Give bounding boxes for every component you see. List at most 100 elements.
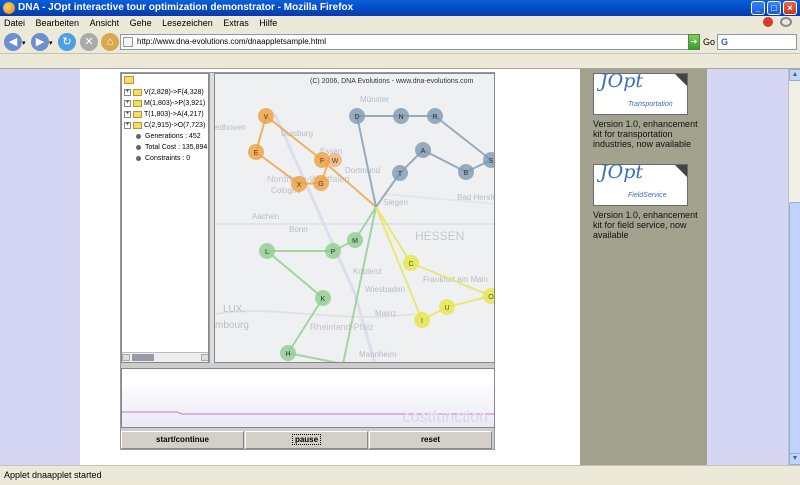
map-node[interactable]: W	[328, 153, 342, 167]
back-icon[interactable]: ◀	[4, 33, 22, 51]
search-input[interactable]: G	[717, 34, 797, 50]
map-place-label: Mainz	[375, 309, 396, 318]
home-icon[interactable]: ⌂	[101, 33, 119, 51]
map-node[interactable]: E	[248, 144, 264, 160]
maximize-button[interactable]: □	[767, 1, 781, 15]
map-node[interactable]: A	[415, 142, 431, 158]
tree-route-row[interactable]: + V(2,828)->F(4,328)	[124, 88, 204, 98]
map-node[interactable]: I	[414, 312, 430, 328]
map-node[interactable]: F	[314, 152, 330, 168]
promo-text: Version 1.0, enhancement kit for transpo…	[593, 119, 698, 149]
scroll-up-icon[interactable]: ▲	[789, 69, 800, 81]
jopt-fieldservice-logo[interactable]: JOpt FieldService	[593, 163, 688, 206]
promo-sidebar: JOpt Transportation Version 1.0, enhance…	[580, 69, 707, 465]
map-node[interactable]: P	[325, 243, 341, 259]
map-canvas: Münster Duisburg Essen Dortmund Nordrhei…	[215, 78, 495, 362]
route-map[interactable]: Münster Duisburg Essen Dortmund Nordrhei…	[214, 73, 495, 363]
scroll-thumb[interactable]	[132, 354, 154, 361]
tree-route-row[interactable]: + T(1,803)->A(4,217)	[124, 110, 204, 120]
forward-dropdown-icon[interactable]: ▾	[49, 39, 53, 47]
bullet-icon	[136, 155, 141, 161]
stop-icon[interactable]: ✕	[80, 33, 98, 51]
map-node[interactable]: N	[393, 108, 409, 124]
svg-text:M: M	[352, 238, 358, 245]
jopt-transportation-logo[interactable]: JOpt Transportation	[593, 72, 688, 115]
go-button[interactable]: ➔	[688, 34, 700, 50]
map-place-label: Rheinland-Pfalz	[310, 322, 374, 332]
map-node[interactable]: T	[392, 165, 408, 181]
map-place-label: Bad Hersfeld	[457, 193, 495, 202]
forward-icon[interactable]: ▶	[31, 33, 49, 51]
svg-text:W: W	[332, 158, 339, 165]
map-node[interactable]: O	[483, 288, 495, 304]
stop-red-icon[interactable]	[763, 17, 774, 27]
map-place-label: mbourg	[215, 320, 249, 331]
scroll-down-icon[interactable]: ▼	[789, 453, 800, 465]
svg-text:V: V	[264, 114, 269, 121]
svg-text:P: P	[331, 249, 336, 256]
go-label[interactable]: Go	[703, 37, 715, 47]
menu-ansicht[interactable]: Ansicht	[86, 16, 124, 30]
total-cost-label: Total Cost : 135,894	[145, 144, 208, 151]
map-node[interactable]: V	[258, 108, 274, 124]
tree-route-row[interactable]: + M(1,803)->P(3,921)	[124, 99, 205, 109]
bullet-icon	[136, 133, 141, 139]
map-node[interactable]: B	[458, 164, 474, 180]
tree-horizontal-scrollbar[interactable]	[122, 352, 208, 362]
expand-icon[interactable]: +	[124, 99, 131, 107]
promo-fieldservice[interactable]: JOpt FieldService Version 1.0, enhanceme…	[593, 163, 703, 240]
reset-button[interactable]: reset	[369, 431, 492, 449]
minimize-button[interactable]: _	[751, 1, 765, 15]
logo-subtext: FieldService	[628, 192, 667, 199]
logo-corner	[675, 74, 687, 86]
start-continue-button[interactable]: start/continue	[121, 431, 244, 449]
svg-text:C: C	[408, 261, 413, 268]
svg-text:E: E	[254, 150, 259, 157]
map-node[interactable]: M	[347, 232, 363, 248]
map-node[interactable]: R	[427, 108, 443, 124]
back-dropdown-icon[interactable]: ▾	[22, 39, 26, 47]
svg-text:I: I	[421, 318, 423, 325]
menu-lesezeichen[interactable]: Lesezeichen	[158, 16, 217, 30]
map-node[interactable]: H	[280, 345, 296, 361]
svg-text:B: B	[464, 170, 469, 177]
pause-button[interactable]: pause	[245, 431, 368, 449]
page-vertical-scrollbar[interactable]: ▲ ▼	[788, 69, 800, 465]
map-node[interactable]: D	[349, 108, 365, 124]
svg-text:A: A	[421, 148, 426, 155]
menu-extras[interactable]: Extras	[219, 16, 253, 30]
menu-hilfe[interactable]: Hilfe	[255, 16, 281, 30]
svg-text:S: S	[489, 158, 494, 165]
map-node[interactable]: C	[403, 255, 419, 271]
map-node[interactable]: X	[291, 176, 307, 192]
menu-datei[interactable]: Datei	[0, 16, 29, 30]
map-node[interactable]: G	[313, 175, 329, 191]
close-button[interactable]: ×	[783, 1, 797, 15]
address-url: http://www.dna-evolutions.com/dnaapplets…	[137, 37, 326, 46]
status-bar: Applet dnaapplet started	[0, 465, 800, 484]
scroll-right-icon[interactable]	[201, 354, 208, 361]
map-node[interactable]: U	[439, 299, 455, 315]
menu-gehe[interactable]: Gehe	[126, 16, 156, 30]
scroll-left-icon[interactable]	[122, 354, 130, 361]
svg-text:F: F	[320, 158, 324, 165]
svg-text:O: O	[488, 294, 494, 301]
reload-icon[interactable]: ↻	[58, 33, 76, 51]
expand-icon[interactable]: +	[124, 110, 131, 118]
map-node[interactable]: L	[259, 243, 275, 259]
map-node[interactable]: K	[315, 290, 331, 306]
menu-bearbeiten[interactable]: Bearbeiten	[32, 16, 84, 30]
promo-transportation[interactable]: JOpt Transportation Version 1.0, enhance…	[593, 72, 703, 149]
map-place-label: HESSEN	[415, 229, 464, 243]
expand-icon[interactable]: +	[124, 88, 131, 96]
route-label: C(2,915)->O(7,723)	[144, 122, 206, 129]
route-tree[interactable]: + V(2,828)->F(4,328) + M(1,803)->P(3,921) …	[121, 73, 209, 363]
expand-icon[interactable]: +	[124, 121, 131, 129]
map-place-label: Dortmund	[345, 166, 380, 175]
tree-root-folder-icon[interactable]	[124, 76, 134, 84]
folder-icon	[133, 121, 142, 129]
scroll-thumb[interactable]	[789, 202, 800, 462]
tree-route-row[interactable]: + C(2,915)->O(7,723)	[124, 121, 205, 131]
address-bar[interactable]: http://www.dna-evolutions.com/dnaapplets…	[120, 34, 698, 50]
status-text: Applet dnaapplet started	[4, 470, 102, 480]
